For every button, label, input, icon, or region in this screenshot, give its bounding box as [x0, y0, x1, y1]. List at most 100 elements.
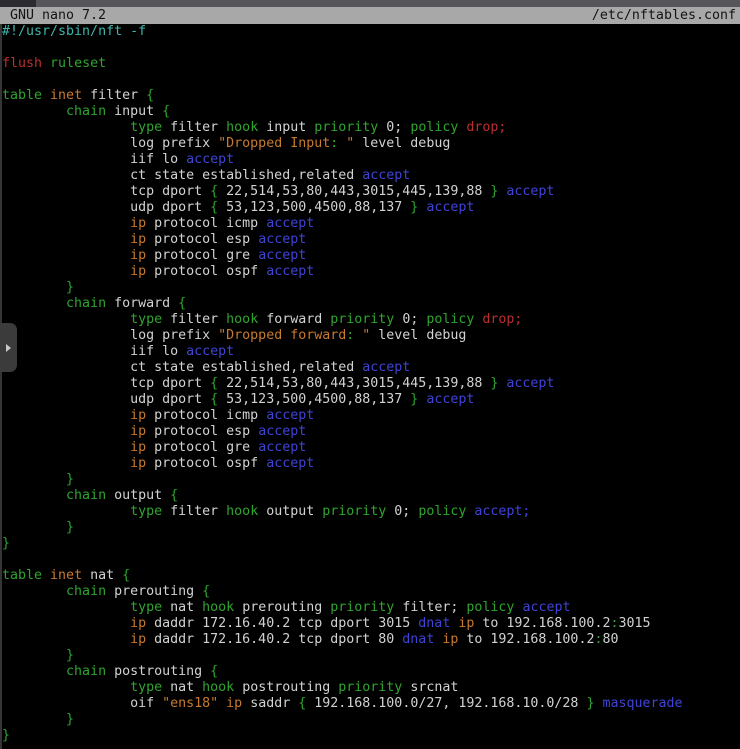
code-line[interactable]: [2, 552, 740, 568]
code-token: [2, 520, 66, 535]
code-line[interactable]: log prefix "Dropped Input: " level debug: [2, 136, 740, 152]
code-line[interactable]: chain prerouting {: [2, 584, 740, 600]
editor-buffer[interactable]: #!/usr/sbin/nft -f flush ruleset table ine…: [0, 24, 740, 749]
code-line[interactable]: }: [2, 536, 740, 552]
code-line[interactable]: udp dport { 53,123,500,4500,88,137 } acc…: [2, 392, 740, 408]
code-line[interactable]: ct state established,related accept: [2, 168, 740, 184]
code-token: "Dropped forward: [218, 328, 346, 343]
code-line[interactable]: chain input {: [2, 104, 740, 120]
code-token: protocol icmp: [146, 408, 266, 423]
code-token: priority: [314, 120, 378, 135]
code-token: daddr 172.16.40.2 tcp dport 80: [146, 632, 402, 647]
code-line[interactable]: ip protocol ospf accept: [2, 264, 740, 280]
code-token: chain: [66, 296, 106, 311]
code-token: }: [66, 520, 74, 535]
code-token: iif lo: [2, 152, 186, 167]
code-line[interactable]: tcp dport { 22,514,53,80,443,3015,445,13…: [2, 376, 740, 392]
window-top-strip-left-segment: [0, 0, 36, 7]
code-token: filter;: [394, 600, 466, 615]
code-token: dnat: [418, 616, 450, 631]
code-line[interactable]: type filter hook output priority 0; poli…: [2, 504, 740, 520]
code-token: [2, 280, 66, 295]
code-token: policy: [426, 312, 474, 327]
code-line[interactable]: log prefix "Dropped forward: " level deb…: [2, 328, 740, 344]
code-token: tcp dport: [2, 376, 210, 391]
code-token: [2, 504, 130, 519]
code-line[interactable]: table inet filter {: [2, 88, 740, 104]
code-line[interactable]: table inet nat {: [2, 568, 740, 584]
code-token: policy: [466, 600, 514, 615]
code-line[interactable]: tcp dport { 22,514,53,80,443,3015,445,13…: [2, 184, 740, 200]
code-line[interactable]: ip protocol esp accept: [2, 232, 740, 248]
code-token: hook: [226, 504, 258, 519]
code-token: 22,514,53,80,443,3015,445,139,88: [218, 376, 490, 391]
code-token: 3015: [618, 616, 650, 631]
code-line[interactable]: }: [2, 472, 740, 488]
code-token: 53,123,500,4500,88,137: [218, 392, 410, 407]
code-token: protocol ospf: [146, 456, 266, 471]
code-line[interactable]: chain output {: [2, 488, 740, 504]
code-token: {: [122, 568, 130, 583]
code-line[interactable]: ip protocol ospf accept: [2, 456, 740, 472]
code-line[interactable]: }: [2, 728, 740, 744]
code-line[interactable]: chain forward {: [2, 296, 740, 312]
code-token: ip: [130, 456, 146, 471]
code-line[interactable]: }: [2, 648, 740, 664]
code-token: [2, 296, 66, 311]
code-line[interactable]: }: [2, 520, 740, 536]
code-line[interactable]: ip daddr 172.16.40.2 tcp dport 3015 dnat…: [2, 616, 740, 632]
code-line[interactable]: [2, 40, 740, 56]
code-token: hook: [202, 680, 234, 695]
code-token: level debug: [354, 136, 450, 151]
code-line[interactable]: type nat hook postrouting priority srcna…: [2, 680, 740, 696]
code-token: masquerade: [602, 696, 682, 711]
code-line[interactable]: iif lo accept: [2, 152, 740, 168]
code-line[interactable]: ip protocol gre accept: [2, 440, 740, 456]
code-token: type: [130, 600, 162, 615]
code-token: flush: [2, 56, 42, 71]
code-token: {: [170, 488, 178, 503]
code-line[interactable]: type filter hook forward priority 0; pol…: [2, 312, 740, 328]
code-line[interactable]: [2, 72, 740, 88]
code-line[interactable]: ip protocol gre accept: [2, 248, 740, 264]
code-line[interactable]: #!/usr/sbin/nft -f: [2, 24, 740, 40]
code-token: nat: [82, 568, 122, 583]
code-token: [2, 664, 66, 679]
code-line[interactable]: udp dport { 53,123,500,4500,88,137 } acc…: [2, 200, 740, 216]
code-token: {: [146, 88, 154, 103]
code-token: ip: [130, 232, 146, 247]
code-line[interactable]: ip protocol esp accept: [2, 424, 740, 440]
code-line[interactable]: flush ruleset: [2, 56, 740, 72]
code-token: accept: [258, 248, 306, 263]
code-token: level debug: [370, 328, 466, 343]
code-line[interactable]: ip protocol icmp accept: [2, 216, 740, 232]
code-line[interactable]: ip protocol icmp accept: [2, 408, 740, 424]
code-token: srcnat: [402, 680, 458, 695]
code-line[interactable]: type filter hook input priority 0; polic…: [2, 120, 740, 136]
code-line[interactable]: chain postrouting {: [2, 664, 740, 680]
code-token: nat: [162, 600, 202, 615]
code-token: to 192.168.100.2: [458, 632, 594, 647]
code-line[interactable]: }: [2, 280, 740, 296]
code-token: type: [130, 312, 162, 327]
code-line[interactable]: oif "ens18" ip saddr { 192.168.100.0/27,…: [2, 696, 740, 712]
console-sidebar-handle[interactable]: [0, 323, 17, 372]
code-token: ip: [130, 248, 146, 263]
code-line[interactable]: ip daddr 172.16.40.2 tcp dport 80 dnat i…: [2, 632, 740, 648]
code-line[interactable]: iif lo accept: [2, 344, 740, 360]
code-token: postrouting: [234, 680, 338, 695]
code-line[interactable]: }: [2, 712, 740, 728]
code-token: forward: [106, 296, 178, 311]
code-line[interactable]: ct state established,related accept: [2, 360, 740, 376]
code-token: [42, 56, 50, 71]
code-token: [218, 696, 226, 711]
code-token: accept: [506, 376, 554, 391]
code-token: table: [2, 88, 42, 103]
code-token: [2, 600, 130, 615]
code-token: accept: [186, 152, 234, 167]
code-token: output: [106, 488, 170, 503]
code-token: ruleset: [50, 56, 106, 71]
code-token: hook: [202, 600, 234, 615]
code-token: "ens18": [162, 696, 218, 711]
code-line[interactable]: type nat hook prerouting priority filter…: [2, 600, 740, 616]
